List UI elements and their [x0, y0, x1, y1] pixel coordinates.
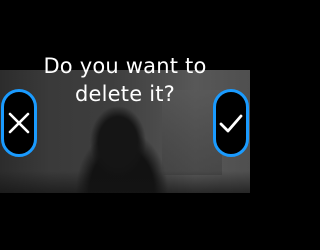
dialog-title-line1: Do you want to [43, 54, 207, 78]
dialog-title: Do you want to delete it? [0, 52, 250, 108]
confirm-button[interactable] [213, 89, 249, 157]
delete-confirmation-screen: Do you want to delete it? [0, 0, 250, 250]
close-icon [8, 112, 30, 134]
background-floor [0, 171, 250, 193]
cancel-button[interactable] [1, 89, 37, 157]
check-icon [219, 113, 243, 133]
